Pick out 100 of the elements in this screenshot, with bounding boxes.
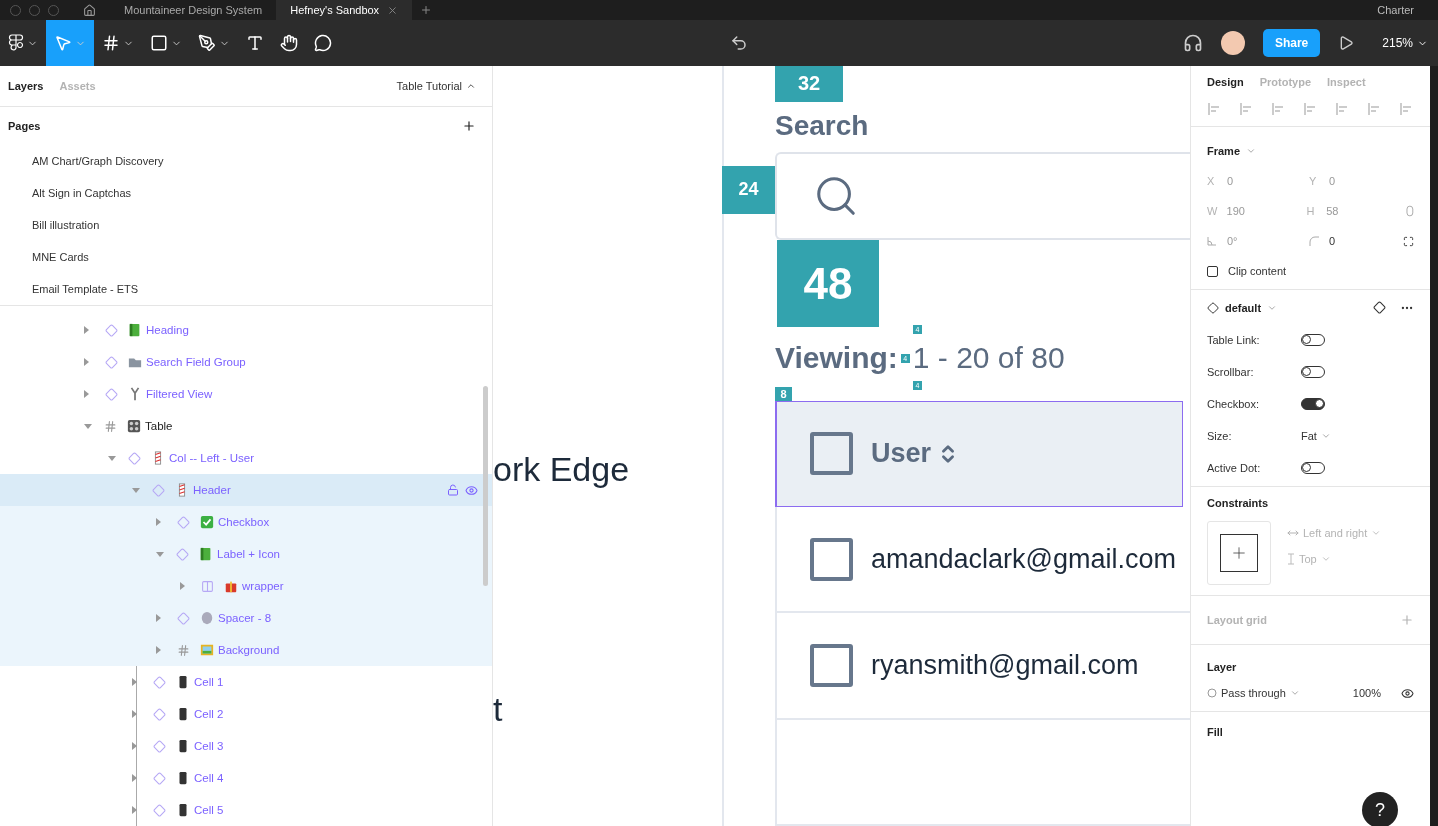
logo-icon bbox=[8, 34, 24, 52]
component-instance-icon bbox=[153, 739, 166, 753]
caret-icon bbox=[1320, 431, 1331, 441]
section-title: Layer bbox=[1207, 661, 1238, 673]
zoom-dropdown[interactable]: 215% bbox=[1372, 36, 1438, 50]
checkmark-icon bbox=[200, 515, 214, 529]
file-tab[interactable]: Mountaineer Design System bbox=[110, 0, 277, 20]
component-name[interactable]: default bbox=[1225, 302, 1262, 314]
layer-row[interactable]: Background bbox=[0, 634, 492, 666]
canvas-text: ork Edge bbox=[493, 450, 630, 489]
headphones-icon[interactable] bbox=[1182, 33, 1203, 53]
droplet-icon bbox=[1207, 688, 1217, 698]
rotation-field[interactable]: 0° bbox=[1227, 235, 1289, 247]
layer-row[interactable]: Spacer - 8 bbox=[0, 602, 492, 634]
detach-icon[interactable] bbox=[1373, 301, 1386, 314]
layer-row[interactable]: Checkbox bbox=[0, 506, 492, 538]
add-page-icon[interactable] bbox=[462, 119, 476, 133]
layer-row[interactable]: Cell 4 bbox=[0, 762, 492, 794]
toggle-switch[interactable] bbox=[1301, 334, 1325, 346]
property-label: Size: bbox=[1207, 430, 1233, 442]
panel-tab[interactable]: Design bbox=[1207, 76, 1244, 88]
spacing-badge: 24 bbox=[722, 165, 775, 214]
home-icon[interactable] bbox=[83, 3, 96, 17]
layer-row[interactable]: Table bbox=[0, 410, 492, 442]
layer-row[interactable]: Header bbox=[0, 474, 492, 506]
viewing-label: Viewing: bbox=[775, 341, 898, 376]
cursor-icon bbox=[54, 34, 72, 52]
landscape-icon bbox=[200, 643, 214, 657]
frame-icon bbox=[102, 34, 120, 52]
layer-row[interactable]: Filtered View bbox=[0, 378, 492, 410]
field-label: H bbox=[1306, 205, 1316, 217]
size-dropdown[interactable]: Fat bbox=[1301, 430, 1331, 442]
layer-row[interactable]: Cell 1 bbox=[0, 666, 492, 698]
radius-field[interactable]: 0 bbox=[1329, 235, 1336, 247]
checkbox-label: Clip content bbox=[1228, 265, 1287, 277]
book-icon bbox=[128, 323, 142, 337]
gift-icon bbox=[224, 579, 238, 593]
layer-row[interactable]: Cell 5 bbox=[0, 794, 492, 826]
expand-icon[interactable] bbox=[1403, 235, 1414, 247]
plus-icon bbox=[1230, 544, 1248, 562]
unlock-icon[interactable] bbox=[447, 483, 459, 496]
checkbox[interactable] bbox=[810, 644, 853, 687]
vertical-bar-icon bbox=[1287, 553, 1295, 565]
component-instance-icon bbox=[105, 387, 118, 401]
caret-icon bbox=[1320, 554, 1331, 564]
checkbox[interactable] bbox=[810, 537, 853, 581]
page-item[interactable]: Email Template - ETS bbox=[0, 273, 492, 305]
layer-row[interactable]: Heading bbox=[0, 314, 492, 346]
panel-tab[interactable]: Layers bbox=[8, 80, 44, 92]
component-instance-icon bbox=[105, 323, 118, 337]
caret-icon bbox=[466, 81, 476, 91]
help-button[interactable]: ? bbox=[1362, 792, 1398, 826]
layer-row[interactable]: wrapper bbox=[0, 570, 492, 602]
layer-row[interactable]: Cell 3 bbox=[0, 730, 492, 762]
eye-icon[interactable] bbox=[1401, 686, 1414, 700]
pen-icon bbox=[198, 34, 216, 52]
layer-row[interactable]: Cell 2 bbox=[0, 698, 492, 730]
undo-icon[interactable] bbox=[730, 34, 748, 52]
page-item[interactable]: Alt Sign in Captchas bbox=[0, 177, 492, 209]
file-tab[interactable]: Charter bbox=[1377, 4, 1414, 16]
text-icon bbox=[246, 34, 264, 52]
component-instance-icon bbox=[153, 771, 166, 785]
component-instance-icon bbox=[177, 515, 190, 529]
component-instance-icon bbox=[153, 675, 166, 689]
table-header[interactable]: User bbox=[775, 400, 1183, 508]
spacing-badge: 32 bbox=[775, 66, 843, 102]
add-tab-icon[interactable] bbox=[420, 4, 433, 16]
close-icon[interactable] bbox=[387, 4, 399, 16]
page-item[interactable]: AM Chart/Graph Discovery bbox=[0, 145, 492, 177]
page-item[interactable]: MNE Cards bbox=[0, 241, 492, 273]
layer-row[interactable]: Search Field Group bbox=[0, 346, 492, 378]
hand-icon bbox=[280, 34, 298, 52]
layer-row[interactable]: Col -- Left - User bbox=[0, 442, 492, 474]
component-instance-icon bbox=[105, 355, 118, 369]
caret-icon bbox=[1289, 688, 1300, 698]
opacity-field[interactable]: 100% bbox=[1352, 687, 1381, 699]
page-dropdown[interactable]: Table Tutorial bbox=[396, 80, 484, 92]
search-field[interactable] bbox=[775, 151, 1190, 240]
canvas-text: t bbox=[493, 690, 503, 729]
file-tab[interactable]: Hefney's Sandbox bbox=[276, 0, 413, 20]
share-button[interactable]: Share bbox=[1262, 29, 1321, 57]
avatar[interactable] bbox=[1220, 31, 1245, 55]
component-instance-icon bbox=[128, 451, 141, 465]
play-icon[interactable] bbox=[1338, 35, 1355, 51]
table-cell: ryansmith@gmail.com bbox=[871, 650, 1139, 681]
corner-radius-icon bbox=[1309, 236, 1319, 246]
component-icon bbox=[1207, 302, 1219, 314]
constraints-widget[interactable] bbox=[1207, 521, 1271, 585]
layer-row[interactable]: Label + Icon bbox=[0, 538, 492, 570]
toggle-switch[interactable] bbox=[1301, 462, 1325, 474]
blend-mode-dropdown[interactable]: Pass through bbox=[1221, 687, 1286, 699]
field-label: W bbox=[1207, 205, 1219, 217]
checkbox[interactable] bbox=[810, 432, 853, 476]
book-icon bbox=[199, 547, 213, 561]
toggle-switch[interactable] bbox=[1301, 398, 1325, 410]
page-item[interactable]: Bill illustration bbox=[0, 209, 492, 241]
spacing-badge: 8 bbox=[775, 387, 792, 401]
toggle-switch[interactable] bbox=[1301, 366, 1325, 378]
checkbox[interactable] bbox=[1207, 265, 1218, 277]
frame-icon bbox=[104, 419, 117, 433]
